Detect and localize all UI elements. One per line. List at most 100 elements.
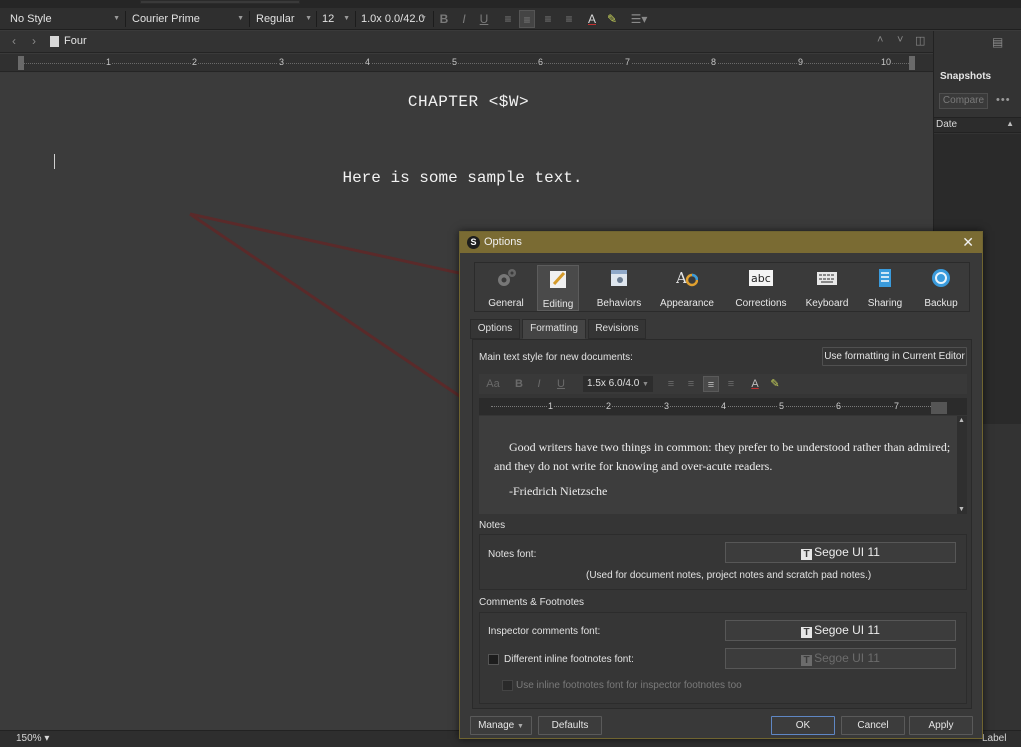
more-options-icon[interactable]: •••	[996, 94, 1011, 106]
size-select[interactable]: 12 ▼	[316, 10, 354, 28]
mini-align-justify-icon[interactable]: ≡	[703, 376, 719, 392]
mini-ruler-tick: 7	[893, 401, 901, 411]
ruler-tick: 7	[624, 57, 632, 67]
category-toolbar: General Editing Behaviors A Appearance a…	[474, 262, 970, 312]
style-value: No Style	[10, 13, 52, 25]
behaviors-icon	[611, 270, 627, 286]
font-icon: T	[801, 549, 813, 560]
ruler-tick: 2	[191, 57, 199, 67]
ruler-tick: 4	[364, 57, 372, 67]
manage-button[interactable]: Manage ▼	[470, 716, 532, 735]
notes-group: Notes font: T Segoe UI 11 (Used for docum…	[479, 534, 967, 590]
bold-button[interactable]: B	[436, 10, 452, 28]
category-sharing[interactable]: Sharing	[863, 265, 907, 311]
text-cursor	[54, 154, 55, 169]
align-justify-icon[interactable]: ≡	[540, 10, 556, 28]
mini-spacing-select[interactable]: 1.5x 6.0/4.0 ▼	[583, 376, 653, 392]
inspector-icon[interactable]: ▤	[992, 35, 1003, 49]
category-label: Editing	[542, 299, 574, 310]
ruler-tick: 8	[710, 57, 718, 67]
date-header-label: Date	[936, 119, 958, 130]
appearance-icon: A	[675, 269, 699, 287]
notes-heading: Notes	[479, 520, 506, 531]
text-color-icon[interactable]: A	[584, 10, 600, 28]
inline-footnotes-label: Different inline footnotes font:	[504, 654, 634, 665]
tab-formatting[interactable]: Formatting	[522, 319, 586, 339]
inspector-footnotes-checkbox[interactable]	[502, 680, 513, 691]
dialog-title: Options	[484, 236, 522, 248]
notes-font-value: Segoe UI 11	[814, 545, 880, 559]
underline-button[interactable]: U	[476, 10, 492, 28]
mini-ruler-tick: 2	[605, 401, 613, 411]
mini-italic-icon[interactable]: I	[531, 376, 547, 392]
editor-header: ‹ › Four ˄ ˅ ◫	[0, 31, 933, 53]
category-corrections[interactable]: abc Corrections	[731, 265, 791, 311]
inline-footnotes-checkbox[interactable]	[488, 654, 499, 665]
mini-text-color-icon[interactable]: A	[747, 376, 763, 392]
apply-button[interactable]: Apply	[909, 716, 973, 735]
inline-font-button[interactable]: T Segoe UI 11	[725, 648, 956, 669]
align-right-icon[interactable]: ≡	[561, 10, 577, 28]
zoom-select[interactable]: 150% ▾	[16, 733, 49, 744]
category-backup[interactable]: Backup	[919, 265, 963, 311]
close-icon[interactable]: ✕	[962, 234, 974, 251]
category-appearance[interactable]: A Appearance	[659, 265, 715, 311]
spacing-select[interactable]: 1.0x 0.0/42.0 ▼	[355, 10, 431, 28]
mini-ruler-line	[491, 406, 939, 407]
list-icon[interactable]: ☰▾	[626, 10, 652, 28]
chevron-down-icon[interactable]: ˅	[897, 34, 903, 46]
font-panel-icon[interactable]: Aa	[483, 376, 503, 392]
font-icon: T	[801, 627, 813, 638]
align-left-icon[interactable]: ≡	[500, 10, 516, 28]
style-select[interactable]: No Style ▼	[4, 10, 124, 28]
notes-font-button[interactable]: T Segoe UI 11	[725, 542, 956, 563]
mini-underline-icon[interactable]: U	[553, 376, 569, 392]
scroll-up-icon[interactable]: ▲	[958, 417, 965, 424]
chevron-up-icon[interactable]: ˄	[877, 34, 883, 46]
mini-align-center-icon[interactable]: ≡	[683, 376, 699, 392]
inspector-font-button[interactable]: T Segoe UI 11	[725, 620, 956, 641]
mini-ruler[interactable]: 1 2 3 4 5 6 7	[479, 398, 967, 415]
keyboard-icon	[817, 272, 837, 285]
date-column-header[interactable]: Date ▲	[934, 117, 1021, 133]
cancel-button[interactable]: Cancel	[841, 716, 905, 735]
mini-bold-icon[interactable]: B	[511, 376, 527, 392]
editor-ruler[interactable]: 1 2 3 4 5 6 7 8 9 10	[0, 54, 933, 72]
size-value: 12	[322, 13, 335, 25]
mini-ruler-right-stop[interactable]	[931, 402, 947, 414]
notes-font-label: Notes font:	[488, 549, 537, 560]
category-editing[interactable]: Editing	[537, 265, 579, 311]
preview-scrollbar[interactable]: ▲ ▼	[957, 416, 967, 514]
ruler-tick: 10	[880, 57, 893, 67]
window-tab-edge	[140, 0, 300, 4]
italic-button[interactable]: I	[456, 10, 472, 28]
tab-revisions[interactable]: Revisions	[588, 319, 646, 339]
category-behaviors[interactable]: Behaviors	[595, 265, 643, 311]
edit-icon	[550, 271, 566, 288]
mini-align-right-icon[interactable]: ≡	[723, 376, 739, 392]
ruler-right-margin[interactable]	[909, 56, 915, 70]
scroll-down-icon[interactable]: ▼	[958, 506, 965, 513]
svg-text:abc: abc	[751, 272, 771, 285]
mini-align-left-icon[interactable]: ≡	[663, 376, 679, 392]
category-label: General	[488, 298, 524, 309]
forward-arrow-icon[interactable]: ›	[32, 34, 36, 48]
weight-select[interactable]: Regular ▼	[250, 10, 316, 28]
use-formatting-button[interactable]: Use formatting in Current Editor	[822, 347, 967, 366]
mini-highlight-icon[interactable]: ✎	[767, 376, 783, 392]
dialog-titlebar[interactable]: S Options ✕	[460, 232, 982, 253]
tab-options[interactable]: Options	[470, 319, 520, 339]
back-arrow-icon[interactable]: ‹	[12, 34, 16, 48]
chevron-down-icon: ▼	[516, 723, 524, 730]
highlight-icon[interactable]: ✎	[604, 10, 620, 28]
category-keyboard[interactable]: Keyboard	[803, 265, 851, 311]
category-general[interactable]: General	[485, 265, 527, 311]
font-select[interactable]: Courier Prime ▼	[126, 10, 248, 28]
category-label: Behaviors	[596, 298, 642, 309]
split-view-icon[interactable]: ◫	[915, 34, 925, 47]
compare-button[interactable]: Compare	[939, 93, 988, 109]
ok-button[interactable]: OK	[771, 716, 835, 735]
align-center-icon[interactable]: ≡	[519, 10, 535, 28]
defaults-button[interactable]: Defaults	[538, 716, 602, 735]
text-style-preview[interactable]: Good writers have two things in common: …	[479, 416, 967, 514]
